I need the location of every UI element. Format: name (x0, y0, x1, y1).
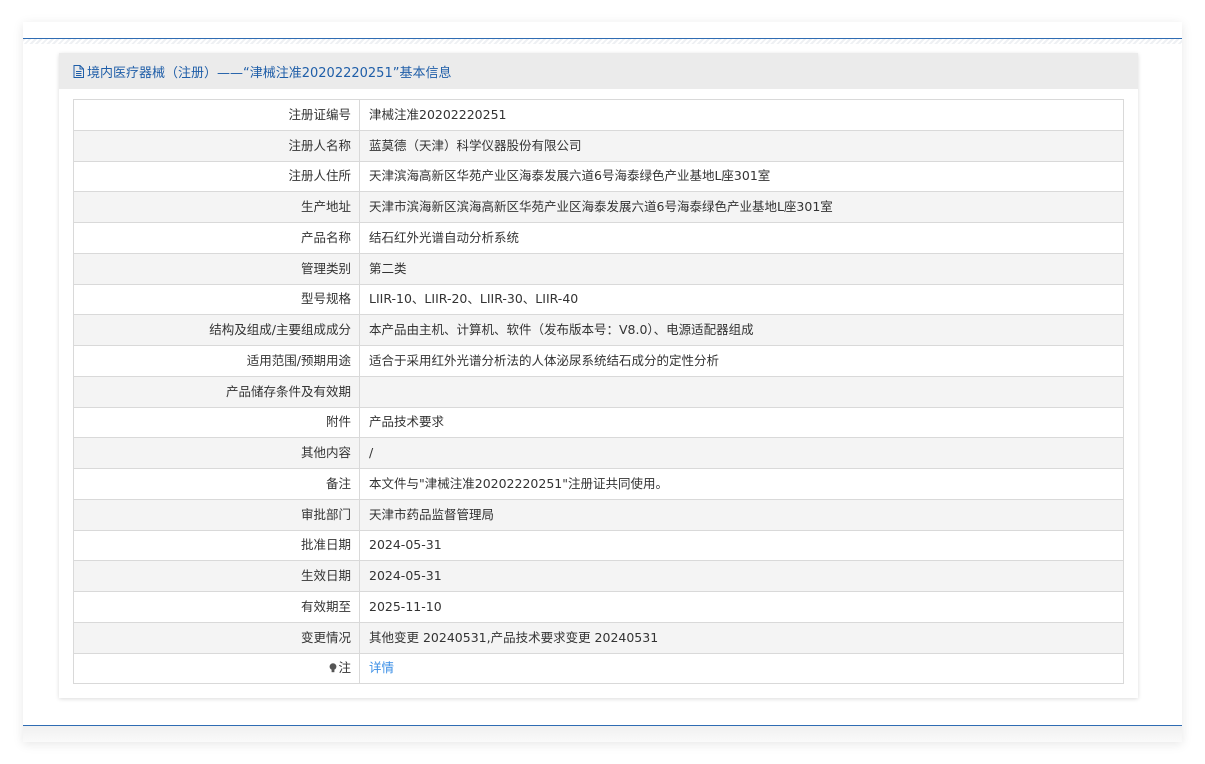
row-label: 批准日期 (73, 529, 360, 562)
row-value: 天津市滨海新区滨海高新区华苑产业区海泰发展六道6号海泰绿色产业基地L座301室 (359, 191, 1124, 223)
row-value: 2024-05-31 (359, 529, 1124, 562)
row-value: 津械注准20202220251 (359, 99, 1124, 131)
note-value-cell: 详情 (359, 652, 1124, 685)
row-label: 有效期至 (73, 591, 360, 623)
row-value (359, 375, 1124, 408)
row-label: 注册人住所 (73, 160, 360, 193)
row-value: 结石红外光谱自动分析系统 (359, 222, 1124, 254)
table-row: 管理类别 第二类 (73, 252, 1124, 285)
row-value: 本产品由主机、计算机、软件（发布版本号：V8.0）、电源适配器组成 (359, 314, 1124, 346)
details-link[interactable]: 详情 (369, 660, 394, 675)
row-value: 本文件与"津械注准20202220251"注册证共同使用。 (359, 468, 1124, 500)
bottom-shadow (23, 726, 1182, 742)
note-label-cell: 注 (73, 652, 360, 685)
row-label: 备注 (73, 468, 360, 500)
row-value: 适合于采用红外光谱分析法的人体泌尿系统结石成分的定性分析 (359, 345, 1124, 377)
row-value: 2024-05-31 (359, 560, 1124, 592)
detail-table: 注册证编号 津械注准20202220251 注册人名称 蓝莫德（天津）科学仪器股… (73, 99, 1124, 685)
row-label: 产品名称 (73, 222, 360, 254)
row-label: 产品储存条件及有效期 (73, 375, 360, 408)
top-stripe (23, 39, 1182, 44)
row-label: 管理类别 (73, 252, 360, 285)
row-value: 第二类 (359, 252, 1124, 285)
document-icon (73, 64, 84, 78)
row-label: 变更情况 (73, 621, 360, 654)
row-value: 天津市药品监督管理局 (359, 498, 1124, 531)
row-label: 生效日期 (73, 560, 360, 592)
table-row: 批准日期 2024-05-31 (73, 529, 1124, 562)
row-label: 附件 (73, 406, 360, 439)
row-label: 注册人名称 (73, 129, 360, 162)
table-row: 有效期至 2025-11-10 (73, 591, 1124, 623)
row-label: 注册证编号 (73, 99, 360, 131)
table-row: 变更情况 其他变更 20240531,产品技术要求变更 20240531 (73, 621, 1124, 654)
table-row: 附件 产品技术要求 (73, 406, 1124, 439)
table-row: 适用范围/预期用途 适合于采用红外光谱分析法的人体泌尿系统结石成分的定性分析 (73, 345, 1124, 377)
row-label: 生产地址 (73, 191, 360, 223)
bulb-icon (330, 663, 337, 673)
row-value: 蓝莫德（天津）科学仪器股份有限公司 (359, 129, 1124, 162)
table-row: 生效日期 2024-05-31 (73, 560, 1124, 592)
page-container: 境内医疗器械（注册）——“津械注准20202220251”基本信息 注册证编号 … (23, 22, 1182, 742)
row-value: 天津滨海高新区华苑产业区海泰发展六道6号海泰绿色产业基地L座301室 (359, 160, 1124, 193)
table-row: 注册证编号 津械注准20202220251 (73, 99, 1124, 131)
table-row: 注册人名称 蓝莫德（天津）科学仪器股份有限公司 (73, 129, 1124, 162)
table-row: 结构及组成/主要组成成分 本产品由主机、计算机、软件（发布版本号：V8.0）、电… (73, 314, 1124, 346)
table-row: 型号规格 LIIR-10、LIIR-20、LIIR-30、LIIR-40 (73, 283, 1124, 316)
table-row: 产品储存条件及有效期 (73, 375, 1124, 408)
panel-header: 境内医疗器械（注册）——“津械注准20202220251”基本信息 (59, 53, 1138, 89)
row-label: 适用范围/预期用途 (73, 345, 360, 377)
table-row: 生产地址 天津市滨海新区滨海高新区华苑产业区海泰发展六道6号海泰绿色产业基地L座… (73, 191, 1124, 223)
table-row: 备注 本文件与"津械注准20202220251"注册证共同使用。 (73, 468, 1124, 500)
row-label: 型号规格 (73, 283, 360, 316)
table-row: 其他内容 / (73, 437, 1124, 469)
note-label: 注 (338, 660, 351, 676)
row-value: / (359, 437, 1124, 469)
detail-panel: 境内医疗器械（注册）——“津械注准20202220251”基本信息 注册证编号 … (59, 53, 1138, 698)
row-label: 结构及组成/主要组成成分 (73, 314, 360, 346)
row-value: 产品技术要求 (359, 406, 1124, 439)
row-value: LIIR-10、LIIR-20、LIIR-30、LIIR-40 (359, 283, 1124, 316)
row-label: 其他内容 (73, 437, 360, 469)
row-value: 其他变更 20240531,产品技术要求变更 20240531 (359, 621, 1124, 654)
table-row: 产品名称 结石红外光谱自动分析系统 (73, 222, 1124, 254)
table-row: 审批部门 天津市药品监督管理局 (73, 498, 1124, 531)
row-label: 审批部门 (73, 498, 360, 531)
table-row: 注册人住所 天津滨海高新区华苑产业区海泰发展六道6号海泰绿色产业基地L座301室 (73, 160, 1124, 193)
note-row: 注 详情 (73, 652, 1124, 685)
row-value: 2025-11-10 (359, 591, 1124, 623)
page-title: 境内医疗器械（注册）——“津械注准20202220251”基本信息 (87, 65, 452, 81)
